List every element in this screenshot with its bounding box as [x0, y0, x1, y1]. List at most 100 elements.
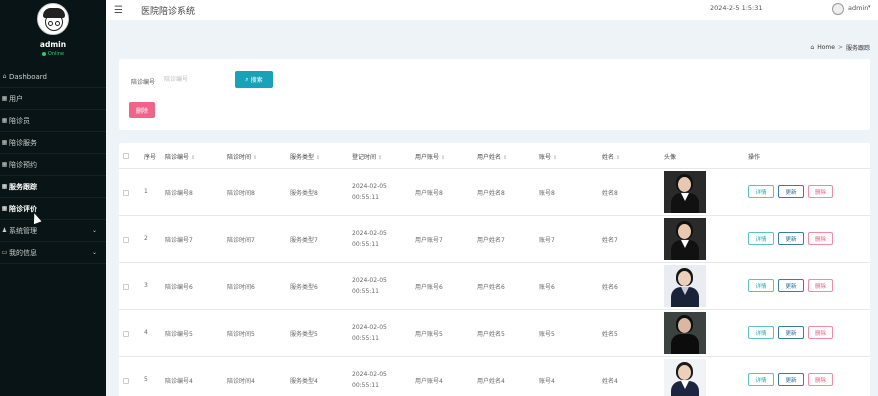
delete-button[interactable]: 删除: [808, 373, 833, 386]
sidebar-item-reviews[interactable]: ▦ 陪诊评价: [0, 198, 106, 220]
table-row: 2 陪诊编号7 陪诊时间7 服务类型7 2024-02-05 00:55:11 …: [119, 216, 870, 263]
cell-user-name: 用户姓名6: [477, 284, 505, 291]
row-checkbox[interactable]: [123, 190, 129, 196]
grid-icon: ▦: [1, 205, 8, 212]
row-checkbox[interactable]: [123, 331, 129, 337]
column-header[interactable]: 用户姓名 ⇕: [477, 152, 507, 161]
cell-user-account: 用户账号5: [415, 331, 443, 338]
cell-type: 服务类型8: [290, 190, 318, 197]
caret-down-icon[interactable]: ▾: [868, 4, 871, 10]
search-label: 陪诊编号: [131, 79, 156, 86]
breadcrumb-separator: >: [837, 44, 843, 51]
detail-button[interactable]: 详情: [748, 373, 774, 386]
row-checkbox[interactable]: [123, 237, 129, 243]
update-button[interactable]: 更新: [778, 326, 804, 339]
delete-button[interactable]: 删除: [808, 279, 833, 292]
data-table: 序号 陪诊编号 ⇕ 陪诊时间 ⇕ 服务类型 ⇕ 登记时间 ⇕ 用户账号 ⇕ 用户姓名 ⇕ 账…: [119, 143, 870, 396]
detail-button[interactable]: 详情: [748, 279, 774, 292]
cell-type: 服务类型6: [290, 284, 318, 291]
detail-button[interactable]: 详情: [748, 326, 774, 339]
sidebar-item-service-tracking[interactable]: ▦ 服务跟踪: [0, 176, 106, 198]
card-icon: ▭: [1, 249, 8, 256]
table-header: 序号 陪诊编号 ⇕ 陪诊时间 ⇕ 服务类型 ⇕ 登记时间 ⇕ 用户账号 ⇕ 用户姓名 ⇕ 账…: [119, 143, 870, 169]
cell-reg-time: 2024-02-05 00:55:11: [352, 277, 387, 295]
search-icon: ⌕: [245, 75, 249, 83]
cell-account: 账号5: [539, 331, 555, 338]
delete-button[interactable]: 删除: [808, 232, 833, 245]
cell-user-name: 用户姓名4: [477, 378, 505, 385]
delete-button[interactable]: 删除: [808, 185, 833, 198]
cell-code: 陪诊编号5: [165, 331, 193, 338]
update-button[interactable]: 更新: [778, 279, 804, 292]
home-icon: ⌂: [2, 73, 7, 80]
sort-icon: ⇕: [253, 155, 258, 161]
cell-reg-time: 2024-02-05 00:55:11: [352, 230, 387, 248]
sidebar-item-escorts[interactable]: ▦ 陪诊员: [0, 110, 106, 132]
online-status: Online: [41, 51, 64, 57]
menu-toggle-icon[interactable]: ☰: [114, 5, 123, 16]
cell-index: 2: [144, 235, 148, 242]
chevron-down-icon: ⌄: [91, 227, 97, 234]
user-icon: ♟: [1, 227, 8, 234]
cell-user-name: 用户姓名8: [477, 190, 505, 197]
row-checkbox[interactable]: [123, 378, 129, 384]
breadcrumb-home[interactable]: Home: [817, 44, 835, 51]
column-header[interactable]: 账号 ⇕: [539, 152, 557, 161]
update-button[interactable]: 更新: [778, 232, 804, 245]
sidebar-item-dashboard[interactable]: ⌂ Dashboard: [0, 66, 106, 88]
select-all-checkbox[interactable]: [123, 153, 129, 159]
column-header[interactable]: 用户账号 ⇕: [415, 152, 445, 161]
sidebar-item-my-info[interactable]: ▭ 我的信息 ⌄: [0, 242, 106, 264]
sidebar-item-escort-services[interactable]: ▦ 陪诊服务: [0, 132, 106, 154]
sidebar-item-appointments[interactable]: ▦ 陪诊预约: [0, 154, 106, 176]
cell-index: 4: [144, 329, 148, 336]
cell-reg-time: 2024-02-05 00:55:11: [352, 324, 387, 342]
cell-name: 姓名8: [602, 190, 618, 197]
cell-user-account: 用户账号8: [415, 190, 443, 197]
update-button[interactable]: 更新: [778, 373, 804, 386]
detail-button[interactable]: 详情: [748, 232, 774, 245]
column-header[interactable]: 登记时间 ⇕: [352, 152, 382, 161]
sort-icon: ⇕: [316, 155, 321, 161]
cell-code: 陪诊编号6: [165, 284, 193, 291]
cell-code: 陪诊编号4: [165, 378, 193, 385]
update-button[interactable]: 更新: [778, 185, 804, 198]
column-header[interactable]: 陪诊编号 ⇕: [165, 152, 195, 161]
cell-user-account: 用户账号4: [415, 378, 443, 385]
cell-time: 陪诊时间6: [227, 284, 255, 291]
grid-icon: ▦: [1, 139, 8, 146]
delete-button[interactable]: 删除: [808, 326, 833, 339]
cell-time: 陪诊时间8: [227, 190, 255, 197]
cell-code: 陪诊编号8: [165, 190, 193, 197]
row-checkbox[interactable]: [123, 284, 129, 290]
cell-user-account: 用户账号7: [415, 237, 443, 244]
cell-type: 服务类型4: [290, 378, 318, 385]
cell-user-name: 用户姓名5: [477, 331, 505, 338]
cell-type: 服务类型7: [290, 237, 318, 244]
column-header[interactable]: 服务类型 ⇕: [290, 152, 320, 161]
detail-button[interactable]: 详情: [748, 185, 774, 198]
search-panel: 陪诊编号 ⌕搜索 删除: [119, 59, 870, 130]
cell-account: 账号7: [539, 237, 555, 244]
column-header[interactable]: 姓名 ⇕: [602, 152, 620, 161]
cell-reg-time: 2024-02-05 00:55:11: [352, 183, 387, 201]
sidebar-item-system-management[interactable]: ♟ 系统管理 ⌄: [0, 220, 106, 242]
datetime: 2024-2-5 1:5:31: [710, 4, 763, 12]
user-avatar-icon[interactable]: [832, 3, 844, 15]
column-header: 序号: [144, 154, 157, 161]
cell-user-name: 用户姓名7: [477, 237, 505, 244]
avatar: [37, 3, 69, 35]
sidebar-item-users[interactable]: ▦ 用户: [0, 88, 106, 110]
cell-index: 5: [144, 376, 148, 383]
bulk-delete-button[interactable]: 删除: [129, 102, 155, 118]
search-input[interactable]: [162, 71, 228, 88]
search-button[interactable]: ⌕ 搜索: [235, 71, 273, 88]
user-menu[interactable]: admin: [848, 4, 868, 12]
column-header[interactable]: 陪诊时间 ⇕: [227, 152, 257, 161]
cell-account: 账号6: [539, 284, 555, 291]
cell-index: 1: [144, 188, 148, 195]
sort-icon: ⇕: [616, 155, 621, 161]
cell-account: 账号8: [539, 190, 555, 197]
table-row: 4 陪诊编号5 陪诊时间5 服务类型5 2024-02-05 00:55:11 …: [119, 310, 870, 357]
chevron-down-icon: ⌄: [91, 249, 97, 256]
